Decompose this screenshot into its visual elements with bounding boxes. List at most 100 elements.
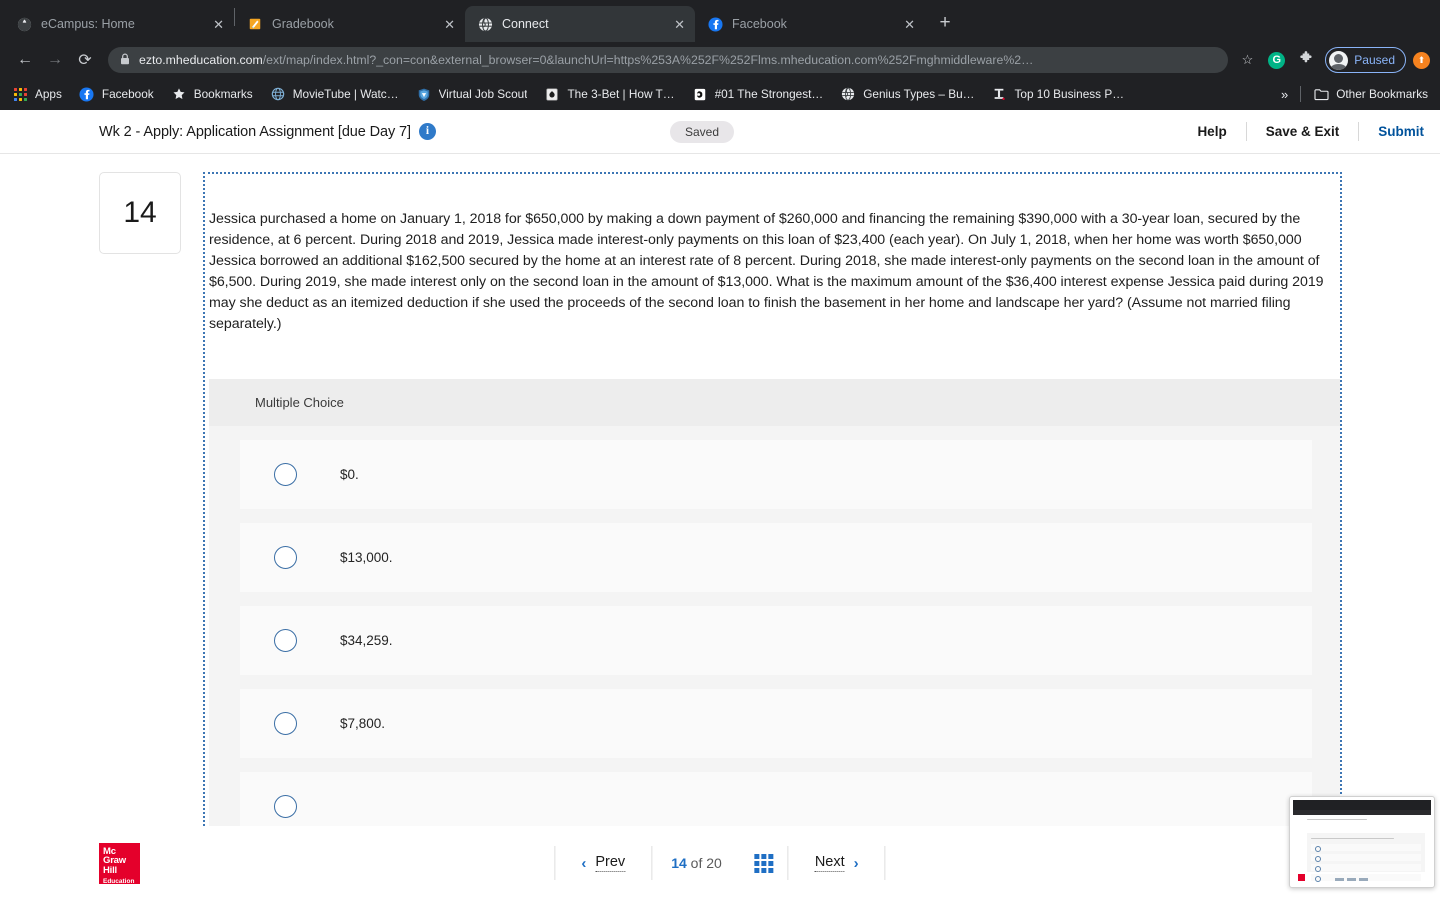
browser-tab-ecampus[interactable]: eCampus: Home ✕ [4, 6, 234, 42]
preview-answers-card [1307, 833, 1425, 872]
of-label: of [691, 855, 703, 871]
close-icon[interactable]: ✕ [666, 18, 685, 31]
radio-button[interactable] [274, 795, 297, 818]
close-icon[interactable]: ✕ [205, 18, 224, 31]
bookmark-genius-types[interactable]: Genius Types – Bu… [840, 86, 974, 102]
assignment-footer: Mc Graw Hill Education ‹ Prev 14 of 20 [0, 826, 1440, 900]
chevron-left-icon: ‹ [581, 855, 586, 872]
status-badge: Saved [670, 121, 734, 143]
current-page: 14 [671, 855, 687, 871]
answer-option[interactable]: $34,259. [240, 606, 1312, 675]
question-page: 14 Jessica purchased a home on January 1… [0, 154, 1440, 900]
tab-strip: eCampus: Home ✕ Gradebook ✕ Connect ✕ Fa… [0, 0, 1440, 42]
answer-choices-container: Multiple Choice $0. $13,000. $34,259. $7… [209, 379, 1340, 841]
bookmarks-overflow-button[interactable]: » [1281, 87, 1288, 102]
profile-button[interactable]: Paused [1325, 47, 1406, 73]
bookmarks-bar: Apps Facebook Bookmarks MovieTube | Watc… [0, 78, 1440, 110]
radio-button[interactable] [274, 629, 297, 652]
prev-question-button[interactable]: ‹ Prev [555, 854, 651, 872]
info-icon[interactable]: i [419, 123, 436, 140]
globe-icon [840, 86, 856, 102]
answer-option[interactable]: $13,000. [240, 523, 1312, 592]
person-avatar-icon [1329, 51, 1348, 70]
prev-label: Prev [595, 854, 625, 872]
bookmark-facebook[interactable]: Facebook [79, 86, 154, 102]
header-actions: Help Save & Exit Submit [1178, 122, 1424, 141]
radio-button[interactable] [274, 712, 297, 735]
preview-page-body [1293, 815, 1431, 884]
preview-option [1311, 864, 1421, 871]
bookmark-top-10-business[interactable]: Top 10 Business P… [991, 86, 1124, 102]
bookmark-label: Apps [35, 87, 62, 101]
profile-status-label: Paused [1354, 53, 1395, 67]
lock-icon [120, 53, 130, 68]
tab-title: Connect [502, 17, 666, 31]
forward-button[interactable]: → [40, 45, 70, 75]
close-icon[interactable]: ✕ [896, 18, 915, 31]
globe-icon [477, 16, 493, 32]
radio-button[interactable] [274, 463, 297, 486]
question-number-box: 14 [99, 172, 181, 254]
bookmark-label: Genius Types – Bu… [863, 87, 974, 101]
url-path: /ext/map/index.html?_con=con&external_br… [263, 53, 1034, 67]
radio-button[interactable] [274, 546, 297, 569]
total-pages: 20 [706, 855, 722, 871]
bookmark-label: Facebook [102, 87, 154, 101]
grid-view-icon[interactable] [741, 854, 788, 873]
logo-line-3: Hill [103, 866, 140, 876]
globe-icon [270, 86, 286, 102]
bookmark-label: #01 The Strongest… [715, 87, 824, 101]
browser-tab-gradebook[interactable]: Gradebook ✕ [235, 6, 465, 42]
reload-button[interactable]: ⟳ [70, 45, 100, 75]
url-domain: ezto.mheducation.com [139, 53, 263, 67]
orange-arrow-icon[interactable] [1413, 52, 1430, 69]
logo-line-4: Education [103, 877, 140, 887]
bookmark-the-strongest[interactable]: #01 The Strongest… [692, 86, 824, 102]
page-title: Wk 2 - Apply: Application Assignment [du… [99, 124, 411, 140]
bookmark-bookmarks[interactable]: Bookmarks [171, 86, 253, 102]
page-indicator: 14 of 20 [652, 855, 741, 871]
tab-title: eCampus: Home [41, 17, 205, 31]
bookmark-apps[interactable]: Apps [12, 86, 62, 102]
star-icon [171, 86, 187, 102]
answer-option-label: $34,259. [340, 633, 393, 648]
address-bar[interactable]: ezto.mheducation.com/ext/map/index.html?… [108, 47, 1228, 73]
question-pager: ‹ Prev 14 of 20 Next › [554, 841, 885, 885]
question-stem: Jessica purchased a home on January 1, 2… [205, 174, 1340, 335]
question-wrapper: 14 Jessica purchased a home on January 1… [0, 154, 1440, 842]
other-bookmarks-folder[interactable]: Other Bookmarks [1313, 86, 1428, 102]
star-outline-icon[interactable]: ☆ [1234, 52, 1262, 68]
shield-icon [416, 86, 432, 102]
back-button[interactable]: ← [10, 45, 40, 75]
pager-divider [885, 846, 886, 880]
bookmark-movietube[interactable]: MovieTube | Watc… [270, 86, 399, 102]
new-tab-button[interactable]: + [931, 10, 959, 38]
preview-option [1311, 844, 1421, 851]
extensions-puzzle-icon[interactable] [1299, 51, 1314, 69]
preview-logo [1298, 874, 1305, 881]
help-button[interactable]: Help [1178, 124, 1245, 139]
submit-button[interactable]: Submit [1359, 124, 1424, 139]
other-bookmarks-label: Other Bookmarks [1336, 87, 1428, 101]
pencil-icon [247, 16, 263, 32]
preview-line [1311, 838, 1394, 839]
answer-option[interactable]: $0. [240, 440, 1312, 509]
answer-option-label: $0. [340, 467, 359, 482]
preview-line [1307, 819, 1367, 820]
chevron-right-icon: › [854, 855, 859, 872]
close-icon[interactable]: ✕ [436, 18, 455, 31]
bookmarks-divider [1300, 86, 1301, 102]
bookmark-virtual-job-scout[interactable]: Virtual Job Scout [416, 86, 528, 102]
grammarly-extension-icon[interactable]: G [1268, 52, 1285, 69]
question-type-label: Multiple Choice [209, 379, 1340, 426]
browser-tab-facebook[interactable]: Facebook ✕ [695, 6, 925, 42]
preview-content [1293, 800, 1431, 884]
next-question-button[interactable]: Next › [789, 854, 885, 872]
mcgraw-hill-logo: Mc Graw Hill Education [99, 843, 140, 884]
browser-tab-connect[interactable]: Connect ✕ [465, 6, 695, 42]
answer-option[interactable]: $7,800. [240, 689, 1312, 758]
bookmark-the-3-bet[interactable]: The 3-Bet | How T… [544, 86, 674, 102]
screen-preview-thumbnail[interactable] [1289, 796, 1435, 888]
bookmark-icon [991, 86, 1007, 102]
save-and-exit-button[interactable]: Save & Exit [1247, 124, 1359, 139]
